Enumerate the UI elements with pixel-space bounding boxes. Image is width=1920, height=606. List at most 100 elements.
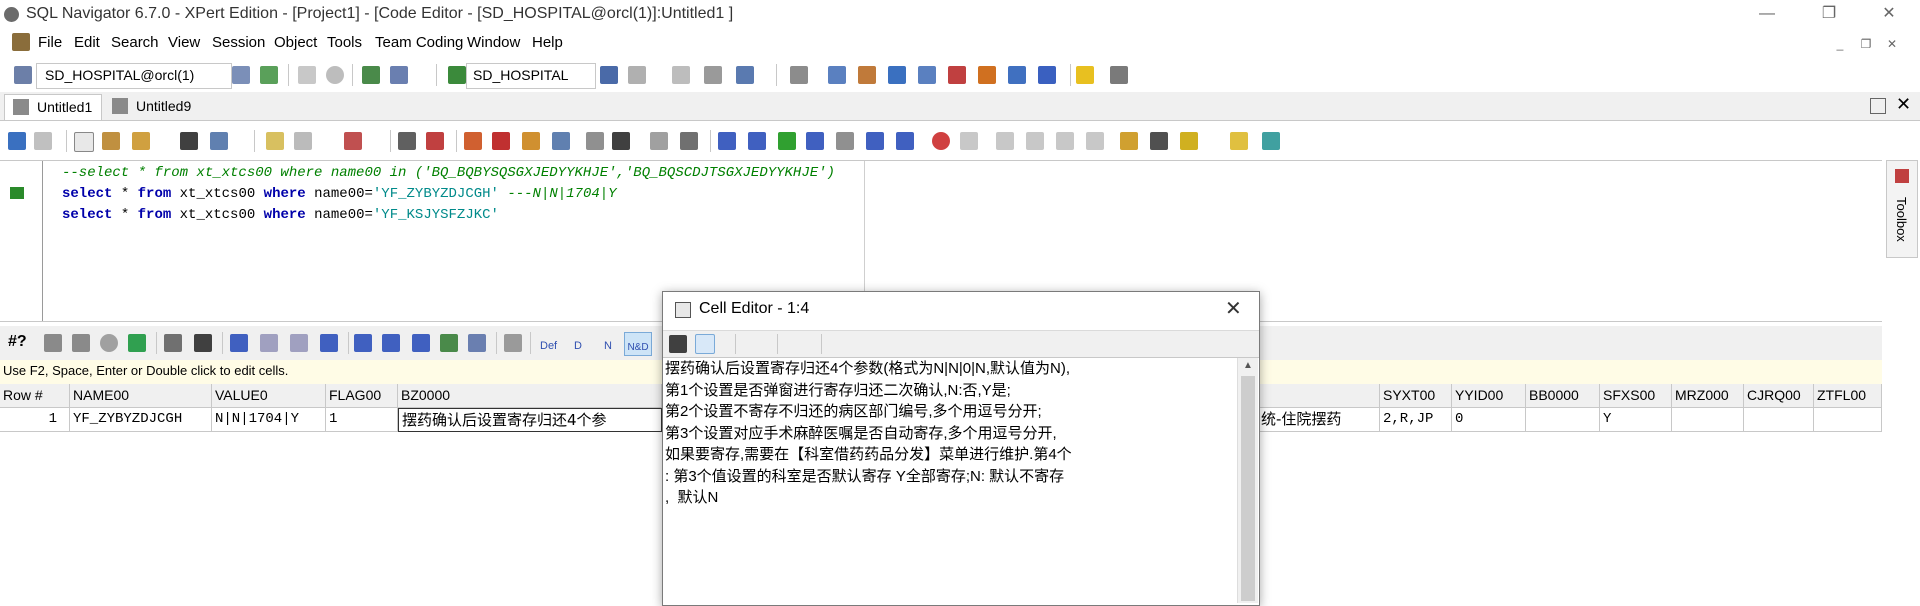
forward-icon[interactable] xyxy=(1038,66,1056,84)
forward-arrow-icon[interactable] xyxy=(34,132,52,150)
scroll-up-icon[interactable]: ▲ xyxy=(1243,360,1253,371)
link-icon[interactable] xyxy=(650,132,668,150)
menu-help[interactable]: Help xyxy=(532,34,563,51)
post-icon[interactable] xyxy=(440,334,458,352)
menu-session[interactable]: Session xyxy=(212,34,265,51)
col-cjrq00[interactable]: CJRQ00 xyxy=(1744,384,1814,408)
help-icon[interactable] xyxy=(1076,66,1094,84)
col-sfxs00[interactable]: SFXS00 xyxy=(1600,384,1672,408)
col-ztfl00[interactable]: ZTFL00 xyxy=(1814,384,1882,408)
sql-icon[interactable] xyxy=(948,66,966,84)
filter-icon[interactable] xyxy=(398,132,416,150)
sql-tuning-icon[interactable] xyxy=(628,66,646,84)
clear-grid-filter-icon[interactable] xyxy=(72,334,90,352)
save-as-icon[interactable] xyxy=(210,132,228,150)
copy-icon[interactable] xyxy=(996,132,1014,150)
close-icon[interactable]: ✕ xyxy=(1225,296,1242,321)
menu-search[interactable]: Search xyxy=(111,34,159,51)
col-hidden[interactable] xyxy=(1258,384,1380,408)
format-icon[interactable] xyxy=(672,66,690,84)
col-value0[interactable]: VALUE0 xyxy=(212,384,326,408)
menu-team-coding[interactable]: Team Coding xyxy=(375,34,463,51)
last-icon[interactable] xyxy=(896,132,914,150)
next-icon[interactable] xyxy=(866,132,884,150)
list-icon[interactable] xyxy=(680,132,698,150)
play-icon[interactable] xyxy=(778,132,796,150)
menu-object[interactable]: Object xyxy=(274,34,317,51)
menu-edit[interactable]: Edit xyxy=(74,34,100,51)
tab-close-icon[interactable]: ✕ xyxy=(1896,94,1911,115)
step-icon[interactable] xyxy=(806,132,824,150)
stop-icon[interactable] xyxy=(326,66,344,84)
window-icon[interactable] xyxy=(790,66,808,84)
mdi-close-button[interactable]: ✕ xyxy=(1882,30,1902,60)
execute-icon[interactable] xyxy=(464,132,482,150)
tab-untitled1[interactable]: Untitled1 xyxy=(4,94,102,120)
globe-icon[interactable] xyxy=(260,66,278,84)
cancel-edit-icon[interactable] xyxy=(468,334,486,352)
next-record-icon[interactable] xyxy=(290,334,308,352)
save-icon[interactable] xyxy=(180,132,198,150)
diagram-icon[interactable] xyxy=(1008,66,1026,84)
outline-icon[interactable] xyxy=(1150,132,1168,150)
pin-icon[interactable] xyxy=(1262,132,1280,150)
cell-tool-icon[interactable] xyxy=(695,334,715,354)
breakpoint-icon[interactable] xyxy=(960,132,978,150)
col-row-number[interactable]: Row # xyxy=(0,384,70,408)
run-script-icon[interactable] xyxy=(522,132,540,150)
close-window-button[interactable]: ✕ xyxy=(1866,0,1912,30)
session-icon[interactable] xyxy=(232,66,250,84)
more-icon[interactable] xyxy=(1180,132,1198,150)
rollback-icon[interactable] xyxy=(390,66,408,84)
tab-restore-icon[interactable] xyxy=(1870,98,1886,114)
editor-icon[interactable] xyxy=(858,66,876,84)
first-record-icon[interactable] xyxy=(230,334,248,352)
previous-icon[interactable] xyxy=(748,132,766,150)
first-icon[interactable] xyxy=(718,132,736,150)
settings-icon[interactable] xyxy=(1110,66,1128,84)
db-navigator-icon[interactable] xyxy=(828,66,846,84)
new-object-icon[interactable] xyxy=(102,132,120,150)
commit-icon[interactable] xyxy=(362,66,380,84)
connect-icon[interactable] xyxy=(14,66,32,84)
open-folder-icon[interactable] xyxy=(132,132,150,150)
col-bz0000[interactable]: BZ0000 xyxy=(398,384,662,408)
bulb-icon[interactable] xyxy=(1230,132,1248,150)
nd-button[interactable]: N&D xyxy=(624,332,652,356)
tools-icon[interactable] xyxy=(1120,132,1138,150)
pause-icon[interactable] xyxy=(298,66,316,84)
prior-record-icon[interactable] xyxy=(260,334,278,352)
debug-icon[interactable] xyxy=(932,132,950,150)
menu-tools[interactable]: Tools xyxy=(327,34,362,51)
export-icon[interactable] xyxy=(736,66,754,84)
last-record-icon[interactable] xyxy=(320,334,338,352)
mdi-minimize-button[interactable]: _ xyxy=(1830,30,1850,60)
col-mrz000[interactable]: MRZ000 xyxy=(1672,384,1744,408)
split-icon[interactable] xyxy=(294,132,312,150)
delete-row-icon[interactable] xyxy=(412,334,430,352)
grid-settings-icon[interactable] xyxy=(504,334,522,352)
refresh-icon[interactable] xyxy=(128,334,146,352)
filter-grid-icon[interactable] xyxy=(44,334,62,352)
toolbox-panel[interactable]: Toolbox xyxy=(1886,160,1918,258)
modeler-icon[interactable] xyxy=(978,66,996,84)
table-icon[interactable] xyxy=(918,66,936,84)
explain-plan-icon[interactable] xyxy=(600,66,618,84)
sound-icon[interactable] xyxy=(612,132,630,150)
new-file-icon[interactable] xyxy=(74,132,94,152)
col-bb0000[interactable]: BB0000 xyxy=(1526,384,1600,408)
clear-filter-icon[interactable] xyxy=(426,132,444,150)
find-icon[interactable] xyxy=(1056,132,1074,150)
col-flag00[interactable]: FLAG00 xyxy=(326,384,398,408)
back-arrow-icon[interactable] xyxy=(8,132,26,150)
select-all-icon[interactable] xyxy=(266,132,284,150)
code-editor-icon[interactable] xyxy=(888,66,906,84)
restore-button[interactable]: ❐ xyxy=(1806,0,1852,30)
schema-select[interactable]: SD_HOSPITAL xyxy=(466,63,596,89)
print-icon[interactable] xyxy=(164,334,182,352)
describe-icon[interactable] xyxy=(552,132,570,150)
bookmark-icon[interactable] xyxy=(344,132,362,150)
stop-square-icon[interactable] xyxy=(836,132,854,150)
mdi-restore-button[interactable]: ❐ xyxy=(1856,30,1876,60)
cancel-icon[interactable] xyxy=(100,334,118,352)
